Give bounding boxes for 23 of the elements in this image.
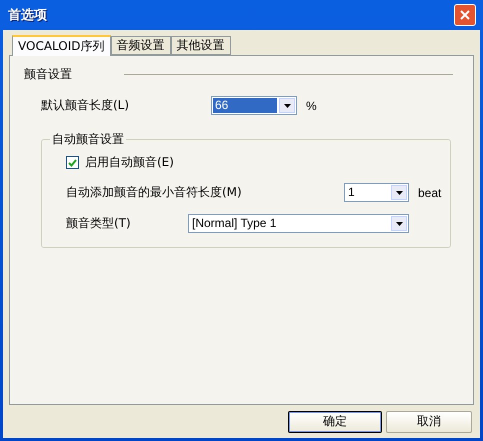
checkbox-label: 启用自动颤音(E): [85, 154, 174, 171]
dropdown-arrow-icon: [284, 104, 290, 108]
section-title: 颤音设置: [24, 66, 73, 83]
field-label: 默认颤音长度(L): [41, 97, 130, 114]
dialog-button[interactable]: 取消: [386, 410, 472, 432]
close-button[interactable]: [454, 4, 476, 26]
tab[interactable]: 音频设置: [110, 36, 171, 55]
tab[interactable]: VOCALOID序列: [12, 35, 111, 56]
group-title: 自动颤音设置: [51, 131, 125, 148]
dialog-button[interactable]: 确定: [288, 410, 382, 432]
dropdown-field[interactable]: 1: [344, 183, 409, 202]
dropdown-arrow-icon: [396, 222, 402, 226]
dropdown-field[interactable]: 66: [211, 96, 297, 115]
field-label: 自动添加颤音的最小音符长度(M): [66, 184, 243, 201]
field-label: 颤音类型(T): [66, 215, 132, 232]
unit-label: %: [306, 98, 317, 112]
window-title: 首选项: [8, 7, 47, 24]
close-icon: [460, 10, 470, 20]
tab[interactable]: 其他设置: [170, 36, 231, 55]
dropdown-field[interactable]: [Normal] Type 1: [188, 214, 409, 233]
dropdown-arrow-icon: [396, 190, 402, 194]
checkbox[interactable]: [66, 156, 79, 169]
unit-label: beat: [418, 186, 442, 200]
